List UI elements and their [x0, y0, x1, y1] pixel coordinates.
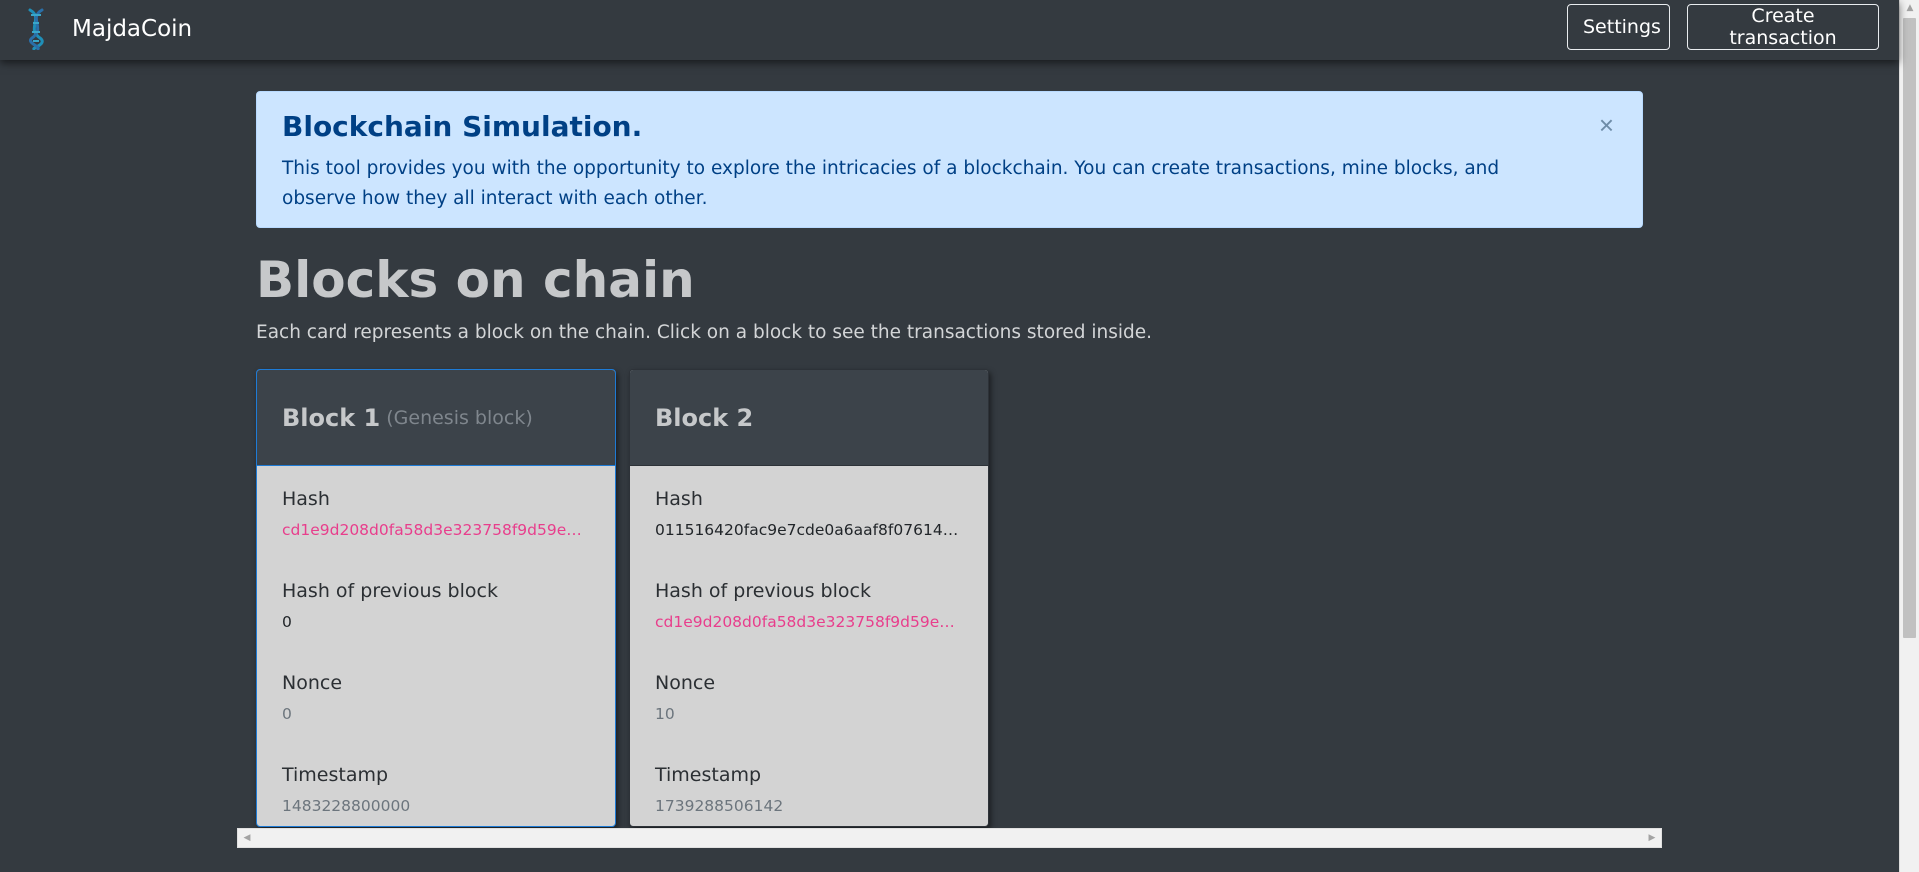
- block-subtitle: (Genesis block): [386, 406, 533, 429]
- nonce-value: 10: [655, 705, 675, 723]
- brand-name: MajdaCoin: [72, 16, 193, 42]
- scroll-left-icon[interactable]: ◀: [238, 829, 256, 847]
- prev-hash-field: Hash of previous block cd1e9d208d0fa58d3…: [655, 578, 963, 668]
- hash-field: Hash 011516420fac9e7cde0a6aaf8f076142294…: [655, 486, 963, 576]
- scroll-right-icon[interactable]: ▶: [1643, 829, 1661, 847]
- timestamp-field: Timestamp 1483228800000: [282, 762, 590, 826]
- scroll-up-icon[interactable]: ▲: [1900, 0, 1919, 17]
- timestamp-value: 1483228800000: [282, 797, 411, 815]
- navbar: MajdaCoin Settings Create transaction: [0, 0, 1899, 60]
- create-transaction-button[interactable]: Create transaction: [1687, 4, 1879, 50]
- block-title: Block 2: [655, 403, 754, 432]
- block-card-header: Block 2: [630, 370, 988, 466]
- block-card[interactable]: Block 2 Hash 011516420fac9e7cde0a6aaf8f0…: [629, 369, 989, 827]
- nonce-label: Nonce: [282, 672, 343, 694]
- page-title: Blocks on chain: [256, 251, 695, 309]
- hash-field: Hash cd1e9d208d0fa58d3e323758f9d59ed4fdc…: [282, 486, 590, 576]
- nonce-field: Nonce 0: [282, 670, 590, 760]
- timestamp-value: 1739288506142: [655, 797, 784, 815]
- prev-hash-label: Hash of previous block: [282, 580, 498, 602]
- timestamp-label: Timestamp: [282, 764, 389, 786]
- nonce-label: Nonce: [655, 672, 716, 694]
- prev-hash-field: Hash of previous block 0: [282, 578, 590, 668]
- nonce-value: 0: [282, 705, 292, 723]
- prev-hash-label: Hash of previous block: [655, 580, 871, 602]
- block-title: Block 1: [282, 403, 381, 432]
- main-content: Blockchain Simulation. This tool provide…: [256, 91, 1643, 343]
- blocks-list: Block 1 (Genesis block) Hash cd1e9d208d0…: [256, 369, 1656, 827]
- settings-button[interactable]: Settings: [1567, 4, 1670, 50]
- block-card-body: Hash cd1e9d208d0fa58d3e323758f9d59ed4fdc…: [257, 466, 615, 826]
- page-scrollbar-thumb[interactable]: [1903, 18, 1916, 638]
- blocks-scrollbar[interactable]: ◀ ▶: [237, 828, 1662, 848]
- brand[interactable]: MajdaCoin: [22, 6, 192, 52]
- block-card[interactable]: Block 1 (Genesis block) Hash cd1e9d208d0…: [256, 369, 616, 827]
- timestamp-field: Timestamp 1739288506142: [655, 762, 963, 826]
- nonce-field: Nonce 10: [655, 670, 963, 760]
- page-subtitle: Each card represents a block on the chai…: [256, 322, 1152, 343]
- alert-text: This tool provides you with the opportun…: [282, 157, 1500, 209]
- hash-value: 011516420fac9e7cde0a6aaf8f076142294f…: [655, 521, 963, 539]
- dna-icon: [28, 8, 44, 50]
- hash-label: Hash: [655, 488, 703, 510]
- block-card-body: Hash 011516420fac9e7cde0a6aaf8f076142294…: [630, 466, 988, 826]
- timestamp-label: Timestamp: [655, 764, 762, 786]
- prev-hash-value: 0: [282, 613, 292, 631]
- prev-hash-value: cd1e9d208d0fa58d3e323758f9d59ed4fdc…: [655, 613, 963, 631]
- block-card-header: Block 1 (Genesis block): [257, 370, 615, 466]
- close-icon[interactable]: ×: [1599, 112, 1614, 138]
- alert-title: Blockchain Simulation.: [282, 110, 643, 143]
- page-scrollbar[interactable]: ▲: [1899, 0, 1919, 872]
- hash-label: Hash: [282, 488, 330, 510]
- info-alert: Blockchain Simulation. This tool provide…: [256, 91, 1643, 228]
- hash-value: cd1e9d208d0fa58d3e323758f9d59ed4fdc…: [282, 521, 590, 539]
